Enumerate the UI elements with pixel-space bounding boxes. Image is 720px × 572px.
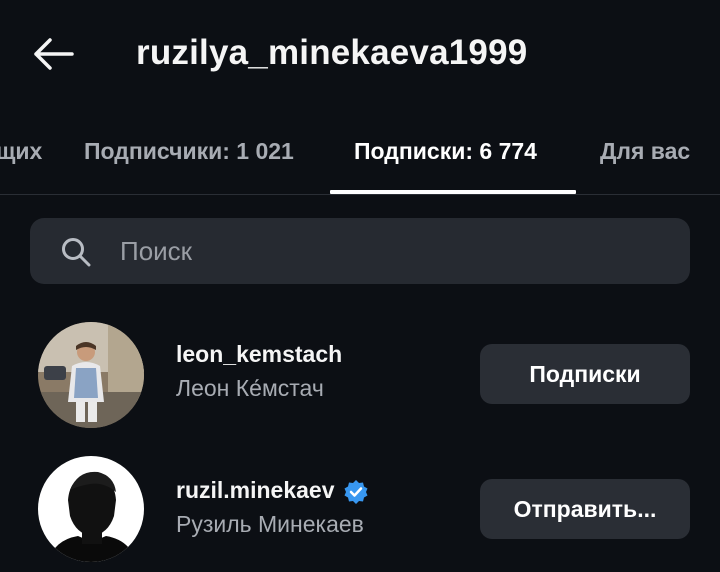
account-full-name: Рузиль Минекаев (176, 511, 364, 537)
tab-following[interactable]: Подписки: 6 774 (354, 136, 537, 166)
verified-badge-icon (344, 479, 368, 504)
account-username-text: ruzil.minekaev (176, 477, 335, 503)
account-username[interactable]: leon_kemstach (176, 340, 342, 368)
search-icon (62, 238, 91, 267)
send-message-button[interactable]: Отправить... (480, 479, 690, 539)
top-bar: ruzilya_minekaeva1999 (0, 0, 720, 108)
tab-followers[interactable]: Подписчики: 1 021 (84, 136, 294, 166)
search-placeholder: Поиск (120, 236, 193, 266)
list-item: leon_kemstach Леон Ке́мстач Подписки (0, 316, 720, 436)
arrow-left-icon (34, 38, 74, 70)
account-full-name: Леон Ке́мстач (176, 375, 324, 401)
account-username[interactable]: ruzil.minekaev (176, 476, 369, 505)
back-button[interactable] (28, 30, 76, 78)
search-input[interactable]: Поиск (30, 218, 690, 284)
follow-tabs: щих Подписчики: 1 021 Подписки: 6 774 Дл… (0, 108, 720, 195)
tab-mutual[interactable]: щих (0, 136, 42, 166)
avatar[interactable] (38, 456, 144, 562)
profile-username-title: ruzilya_minekaeva1999 (136, 33, 528, 72)
active-tab-indicator (330, 190, 576, 194)
following-button[interactable]: Подписки (480, 344, 690, 404)
tab-for-you[interactable]: Для вас (600, 136, 690, 166)
list-item: ruzil.minekaev Рузиль Минекаев Отправить… (0, 452, 720, 572)
avatar[interactable] (38, 322, 144, 428)
